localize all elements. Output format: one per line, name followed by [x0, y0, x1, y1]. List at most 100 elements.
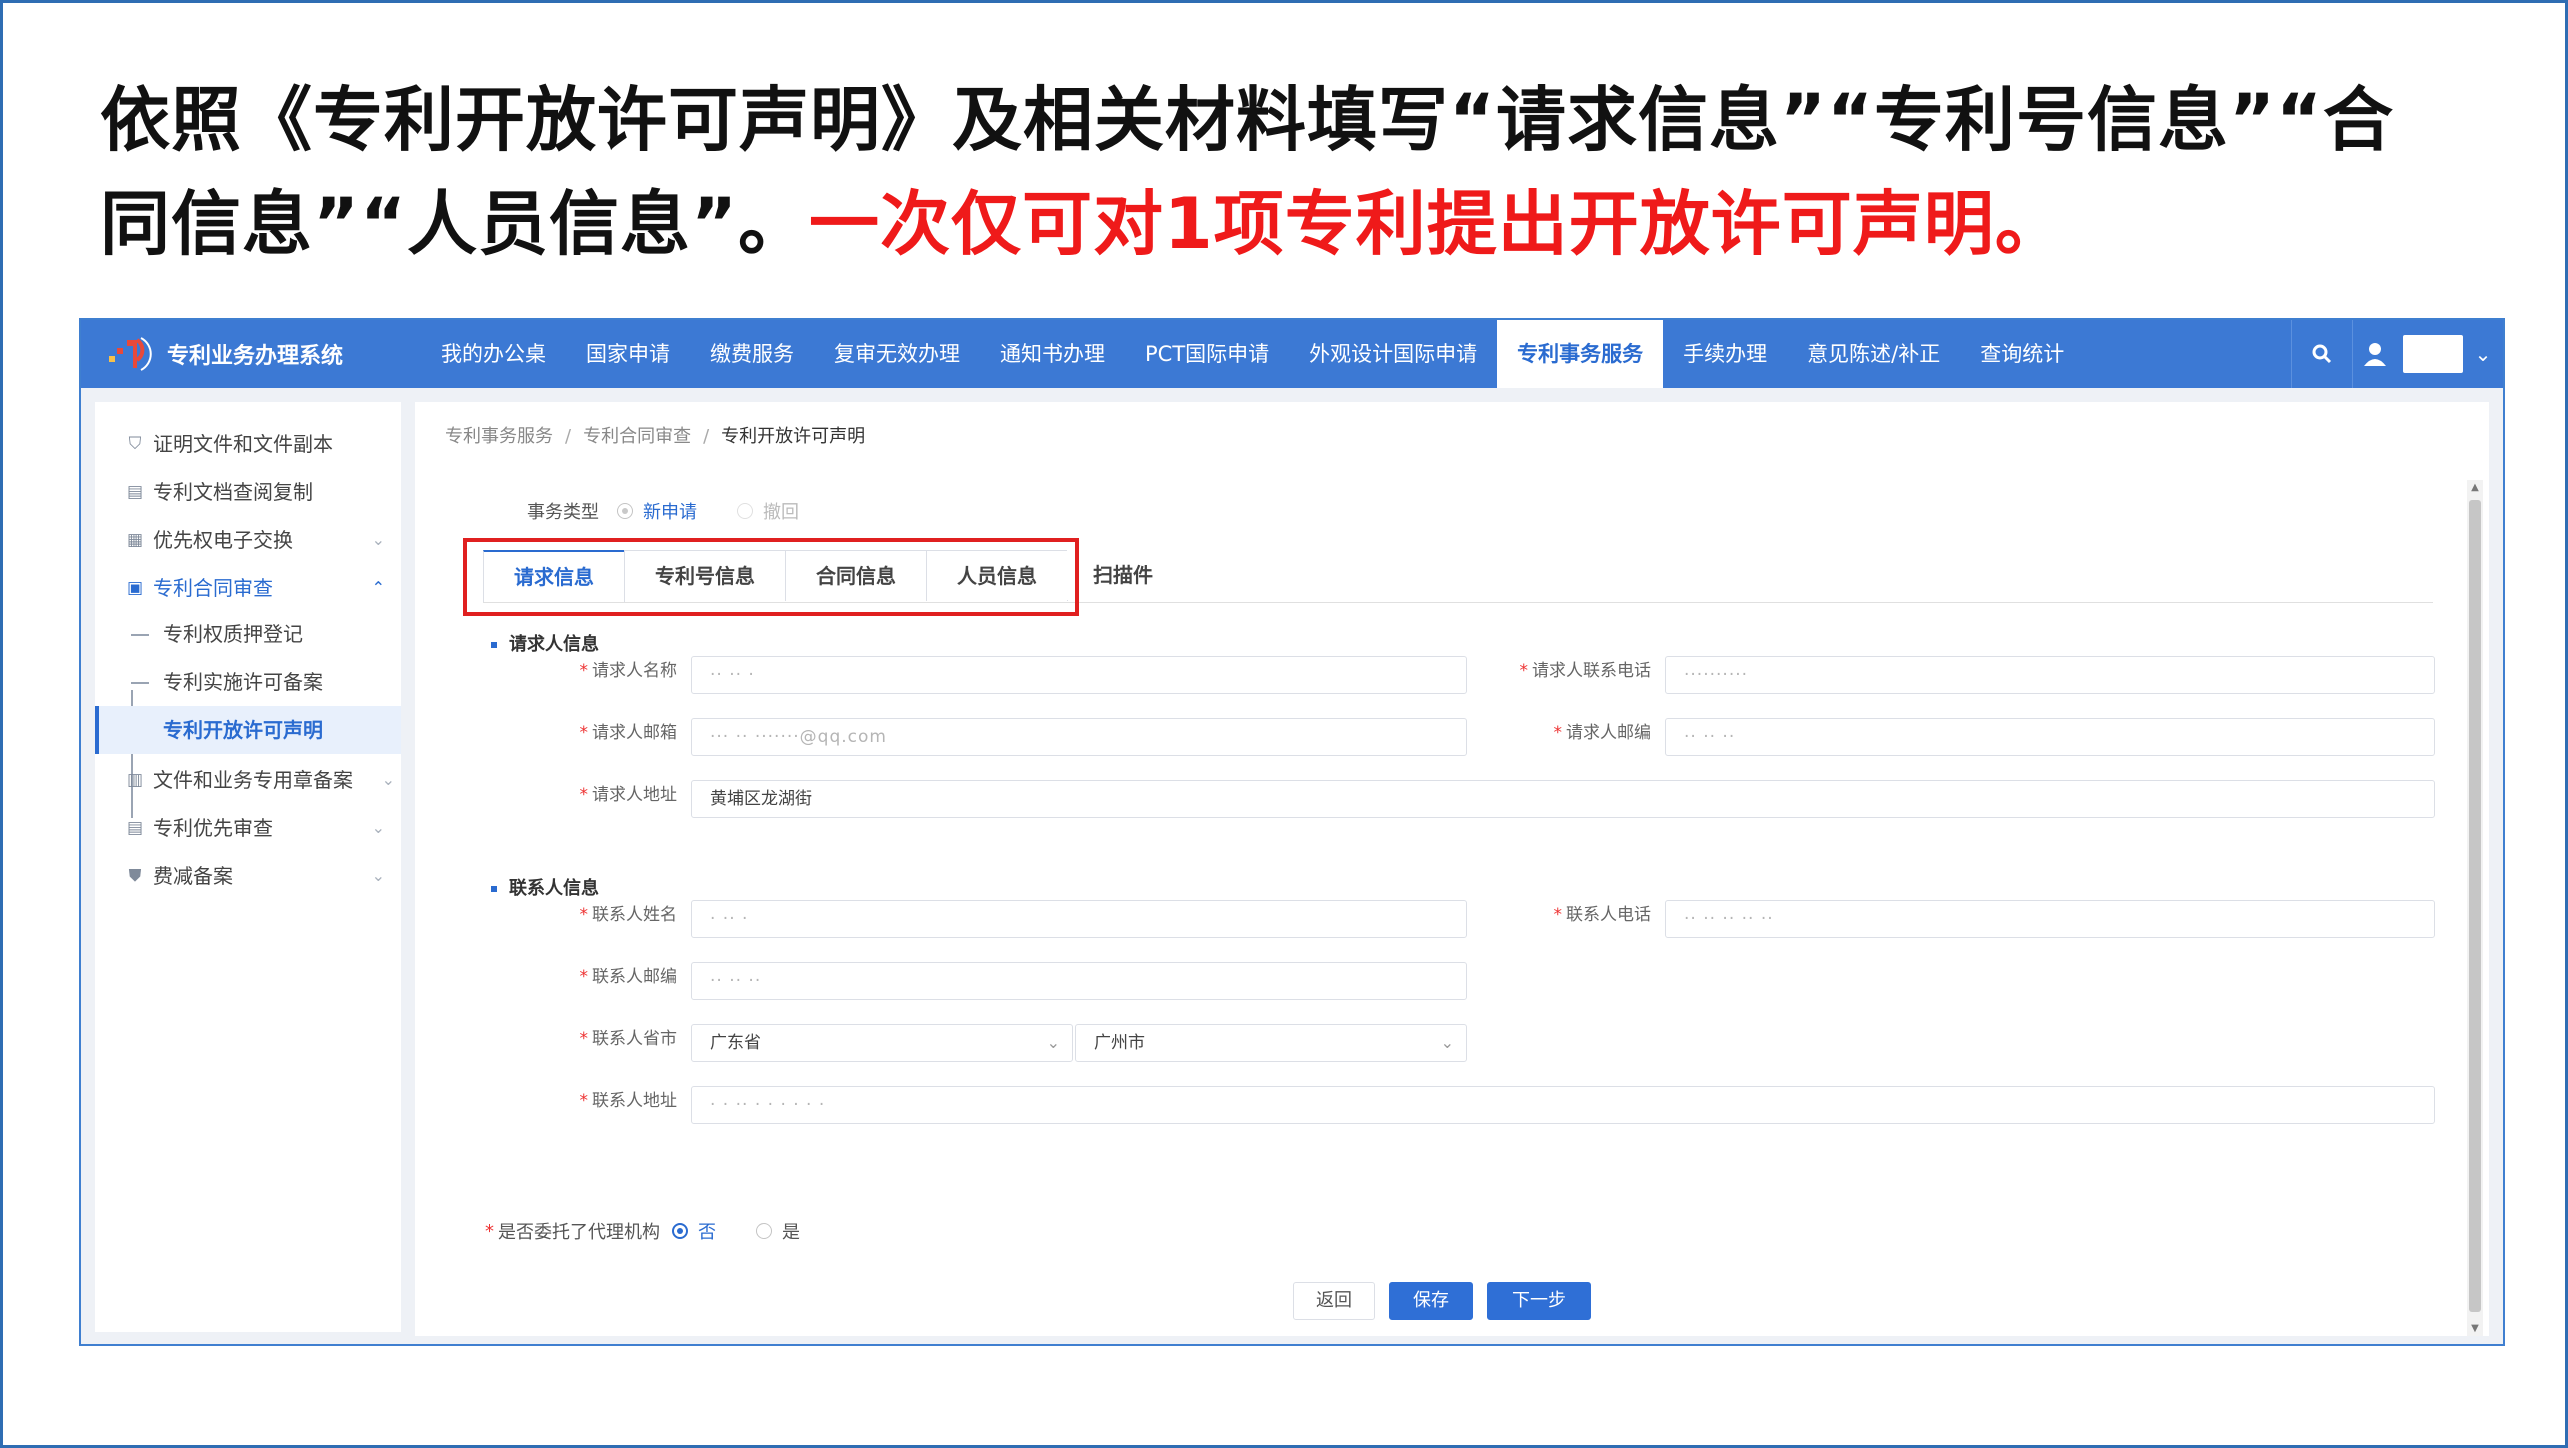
logo[interactable]: 专利业务办理系统: [107, 334, 343, 374]
user-name-box[interactable]: [2403, 335, 2463, 373]
stamp-icon: ▥: [126, 770, 144, 790]
field-label-text: 请求人邮编: [1566, 723, 1651, 743]
document-icon: ▤: [126, 482, 144, 502]
list-icon: ▤: [126, 818, 144, 838]
field-value: ·· ·· ··: [710, 971, 762, 991]
sidebar-item-label: 专利文档查阅复制: [153, 480, 313, 504]
save-button[interactable]: 保存: [1389, 1282, 1473, 1320]
sidebar-item-label: 费减备案: [153, 864, 233, 888]
requester-address-input[interactable]: 黄埔区龙湖街: [691, 780, 2435, 818]
sidebar-item-pledge[interactable]: 专利权质押登记: [95, 610, 401, 658]
business-type-row: 事务类型 新申请 撤回: [527, 498, 799, 524]
required-mark: *: [579, 723, 589, 743]
scrollbar-thumb[interactable]: [2469, 500, 2481, 1312]
sidebar-item-priority-exchange[interactable]: ▦ 优先权电子交换 ⌄: [95, 516, 401, 564]
required-mark: *: [579, 1091, 589, 1111]
field-value: · ·· ·: [710, 909, 749, 929]
field-value: ··· ·· ·······@qq.com: [710, 727, 887, 747]
sidebar-item-label: 专利优先审查: [153, 816, 273, 840]
radio-withdraw-label[interactable]: 撤回: [763, 498, 799, 524]
radio-agency-no-label[interactable]: 否: [698, 1218, 716, 1244]
contact-phone-input[interactable]: ·· ·· ·· ·· ··: [1665, 900, 2435, 938]
sidebar-item-seal-filing[interactable]: ▥ 文件和业务专用章备案 ⌄: [95, 756, 401, 804]
radio-agency-no[interactable]: [672, 1223, 688, 1239]
user-icon[interactable]: [2353, 320, 2397, 388]
field-value: ·· ·· ·· ·· ··: [1684, 909, 1774, 929]
sidebar-item-certificates[interactable]: ⛉ 证明文件和文件副本: [95, 420, 401, 468]
scrollbar[interactable]: ▲ ▼: [2467, 480, 2483, 1336]
sidebar-item-open-license[interactable]: 专利开放许可声明: [95, 706, 401, 754]
breadcrumb: 专利事务服务 / 专利合同审查 / 专利开放许可声明: [445, 422, 865, 448]
radio-agency-yes-label[interactable]: 是: [782, 1218, 800, 1244]
nav-right: ⌄: [2291, 320, 2503, 388]
chevron-down-icon: ⌄: [371, 866, 385, 885]
requester-zip-label: * 请求人邮编: [1554, 718, 1652, 743]
radio-agency-yes[interactable]: [756, 1223, 772, 1239]
requester-zip-input[interactable]: ·· ·· ··: [1665, 718, 2435, 756]
contact-city-label: * 联系人省市: [580, 1024, 678, 1049]
nav-item-patent-affairs[interactable]: 专利事务服务: [1497, 320, 1664, 388]
nav-item-notices[interactable]: 通知书办理: [980, 320, 1125, 388]
scroll-down-icon[interactable]: ▼: [2467, 1323, 2483, 1334]
field-value: ·· ·· ··: [1684, 727, 1736, 747]
contact-zip-input[interactable]: ·· ·· ··: [691, 962, 1467, 1000]
field-value: 广州市: [1094, 1033, 1145, 1053]
radio-withdraw[interactable]: [737, 503, 753, 519]
required-mark: *: [579, 785, 589, 805]
business-type-label: 事务类型: [527, 502, 599, 523]
breadcrumb-item[interactable]: 专利事务服务: [445, 426, 553, 447]
required-mark: *: [579, 905, 589, 925]
nav-item-fee-service[interactable]: 缴费服务: [690, 320, 814, 388]
required-mark: *: [579, 1029, 589, 1049]
chevron-down-icon[interactable]: ⌄: [2463, 342, 2503, 366]
chevron-down-icon: ⌄: [381, 770, 395, 789]
requester-phone-label: * 请求人联系电话: [1520, 656, 1652, 681]
sidebar-item-fee-reduction[interactable]: ⛊ 费减备案 ⌄: [95, 852, 401, 900]
contact-name-input[interactable]: · ·· ·: [691, 900, 1467, 938]
main-panel: 专利事务服务 / 专利合同审查 / 专利开放许可声明 ▲ ▼ 事务类型 新申请 撤回 请…: [415, 402, 2489, 1336]
requester-email-input[interactable]: ··· ·· ·······@qq.com: [691, 718, 1467, 756]
shield-icon: ⛉: [128, 434, 142, 454]
field-label-text: 联系人电话: [1566, 905, 1651, 925]
province-select[interactable]: 广东省 ⌄: [691, 1024, 1073, 1062]
back-button[interactable]: 返回: [1293, 1282, 1375, 1320]
sidebar-item-label: 专利开放许可声明: [163, 718, 323, 742]
city-select[interactable]: 广州市 ⌄: [1075, 1024, 1467, 1062]
requester-name-input[interactable]: ·· ·· ·: [691, 656, 1467, 694]
tab-scans[interactable]: 扫描件: [1067, 550, 1179, 600]
nav-item-pct[interactable]: PCT国际申请: [1125, 320, 1289, 388]
nav-item-procedures[interactable]: 手续办理: [1663, 320, 1787, 388]
agency-row: * 是否委托了代理机构 否 是: [485, 1218, 800, 1244]
contact-address-input[interactable]: · · ·· · · · · · ·: [691, 1086, 2435, 1124]
sidebar-item-archive[interactable]: ▤ 专利文档查阅复制: [95, 468, 401, 516]
field-label-text: 请求人地址: [592, 785, 677, 805]
radio-new-application-label[interactable]: 新申请: [643, 498, 697, 524]
sidebar-item-contract-review[interactable]: ▣ 专利合同审查 ⌃: [95, 564, 401, 612]
nav-item-national-application[interactable]: 国家申请: [566, 320, 690, 388]
nav-item-statistics[interactable]: 查询统计: [1960, 320, 2084, 388]
contact-name-label: * 联系人姓名: [580, 900, 678, 925]
field-label-text: 请求人邮箱: [592, 723, 677, 743]
highlight-box: [463, 538, 1079, 616]
nav-item-design-international[interactable]: 外观设计国际申请: [1289, 320, 1497, 388]
scroll-up-icon[interactable]: ▲: [2467, 482, 2483, 493]
field-value: ··········: [1684, 665, 1749, 685]
nav-item-observations[interactable]: 意见陈述/补正: [1787, 320, 1960, 388]
radio-new-application[interactable]: [617, 503, 633, 519]
top-navigation: 专利业务办理系统 我的办公桌 国家申请 缴费服务 复审无效办理 通知书办理 PC…: [81, 320, 2503, 388]
heading-line-2: 同信息”“人员信息”。一次仅可对1项专利提出开放许可声明。: [100, 172, 2500, 276]
next-step-button[interactable]: 下一步: [1487, 1282, 1591, 1320]
heading-line-2-black: 同信息”“人员信息”。: [100, 183, 810, 265]
field-label-text: 请求人名称: [592, 661, 677, 681]
sidebar-item-license-filing[interactable]: 专利实施许可备案: [95, 658, 401, 706]
heading-line-2-red: 一次仅可对1项专利提出开放许可声明。: [809, 183, 2066, 265]
requester-phone-input[interactable]: ··········: [1665, 656, 2435, 694]
sidebar-item-label: 专利权质押登记: [163, 622, 303, 646]
sidebar-item-label: 证明文件和文件副本: [153, 432, 333, 456]
search-icon[interactable]: [2292, 320, 2352, 388]
nav-item-reexamination[interactable]: 复审无效办理: [814, 320, 980, 388]
nav-item-my-desk[interactable]: 我的办公桌: [421, 320, 566, 388]
sidebar-item-priority-review[interactable]: ▤ 专利优先审查 ⌄: [95, 804, 401, 852]
breadcrumb-item[interactable]: 专利合同审查: [583, 426, 691, 447]
sidebar-item-label: 文件和业务专用章备案: [153, 768, 353, 792]
